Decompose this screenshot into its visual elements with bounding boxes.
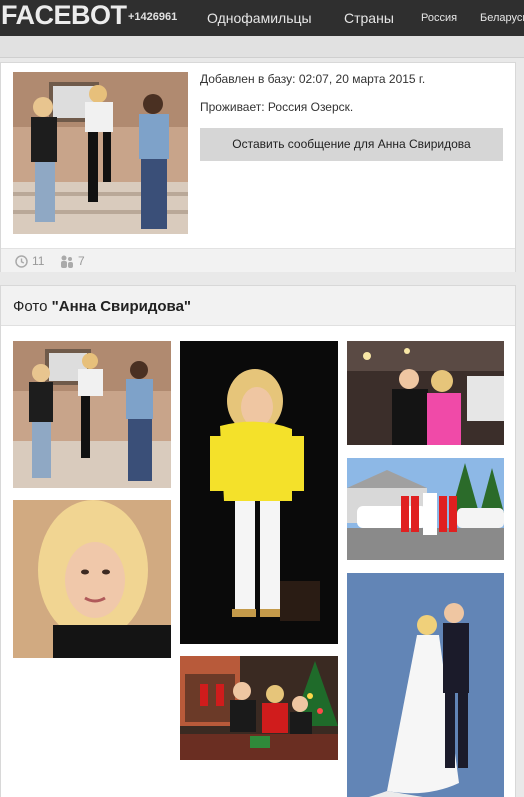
profile-card: Добавлен в базу: 02:07, 20 марта 2015 г.… [0,62,516,272]
nav-link-belarus[interactable]: Беларусь [480,12,524,24]
views-stat: 11 [15,254,44,268]
sub-bar [0,36,524,58]
photos-title-prefix: Фото [13,298,52,315]
photo-thumb[interactable] [180,656,338,760]
photo-thumb[interactable] [13,500,171,658]
nav-link-namesakes[interactable]: Однофамильцы [207,10,312,26]
nav-link-russia[interactable]: Россия [421,12,457,24]
top-nav-bar: FACEBOT +1426961 Однофамильцы Страны Рос… [0,0,524,36]
friends-stat: 7 [59,254,85,268]
brand-name: FACEBOT [1,0,127,30]
residence: Проживает: Россия Озерск. [200,100,354,114]
friends-count: 7 [78,254,85,268]
photo-thumb[interactable] [347,341,504,445]
nav-link-countries[interactable]: Страны [344,10,394,26]
photo-thumb[interactable] [13,341,171,488]
profile-photo[interactable] [13,72,188,234]
people-icon [59,255,74,268]
photos-title-name: "Анна Свиридова" [51,298,192,315]
brand-user-count: +1426961 [128,11,178,23]
card-footer: 11 7 [1,248,515,272]
photos-section: Фото "Анна Свиридова" [0,285,516,797]
leave-message-button[interactable]: Оставить сообщение для Анна Свиридова [200,128,503,161]
photos-title: Фото "Анна Свиридова" [13,298,191,315]
photo-thumb[interactable] [347,458,504,560]
photos-header: Фото "Анна Свиридова" [1,286,515,326]
views-count: 11 [32,254,45,268]
clock-icon [15,254,28,268]
photo-thumb[interactable] [180,341,338,644]
added-date: Добавлен в базу: 02:07, 20 марта 2015 г. [200,72,426,86]
photo-thumb[interactable] [347,573,504,797]
